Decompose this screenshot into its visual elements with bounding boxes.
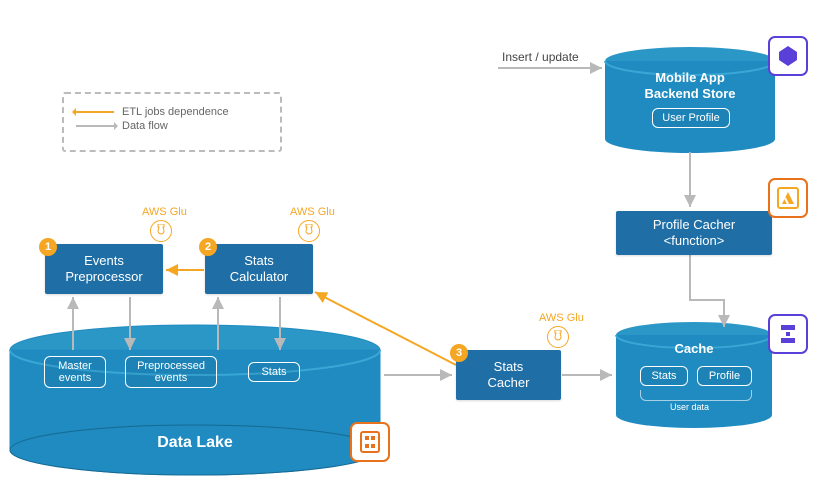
insert-update-label: Insert / update — [502, 50, 579, 64]
legend: ETL jobs dependence Data flow — [62, 92, 282, 152]
preprocessed-events-pill: Preprocessed events — [125, 356, 217, 388]
lambda-icon — [768, 178, 808, 218]
dynamodb-icon — [768, 36, 808, 76]
backend-store-title: Mobile App Backend Store — [605, 70, 775, 101]
aws-glue-label: AWS Glu — [539, 312, 584, 324]
aws-glue-icon — [547, 326, 569, 348]
stats-calculator-box: Stats Calculator — [205, 244, 313, 294]
cache-title: Cache — [616, 341, 772, 356]
events-preprocessor-box: Events Preprocessor — [45, 244, 163, 294]
aws-glue-icon — [298, 220, 320, 242]
order-badge-3: 3 — [450, 344, 468, 362]
stats-cacher-box: Stats Cacher — [456, 350, 561, 400]
aws-glue-icon — [150, 220, 172, 242]
elasticache-icon — [768, 314, 808, 354]
legend-dep-label: ETL jobs dependence — [122, 106, 229, 118]
user-profile-pill: User Profile — [652, 108, 730, 128]
master-events-pill: Master events — [44, 356, 106, 388]
legend-flow-label: Data flow — [122, 120, 168, 132]
aws-glue-label: AWS Glu — [142, 206, 187, 218]
hadoop-icon — [350, 422, 390, 462]
cache-stats-pill: Stats — [640, 366, 688, 386]
aws-glue-label: AWS Glu — [290, 206, 335, 218]
cache-userdata-label: User data — [670, 402, 709, 412]
profile-cacher-box: Profile Cacher <function> — [616, 211, 772, 255]
order-badge-2: 2 — [199, 238, 217, 256]
data-lake-title: Data Lake — [10, 434, 380, 452]
order-badge-1: 1 — [39, 238, 57, 256]
cache-profile-pill: Profile — [697, 366, 752, 386]
stats-pill: Stats — [248, 362, 300, 382]
